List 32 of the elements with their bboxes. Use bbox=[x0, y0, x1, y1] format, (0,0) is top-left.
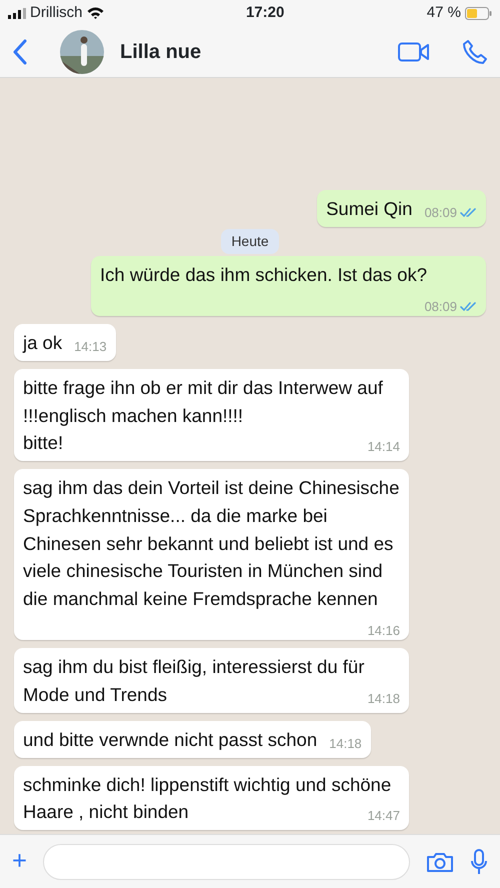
microphone-button[interactable] bbox=[470, 848, 488, 874]
message-bubble: und bitte verwnde nicht passt schon 14:18 bbox=[14, 720, 371, 758]
message-time: 08:09 bbox=[424, 298, 457, 316]
message-time: 08:09 bbox=[424, 204, 457, 222]
video-call-button[interactable] bbox=[398, 42, 430, 62]
message-bubble: bitte frage ihn ob er mit dir das Interwew auf !!!englisch machen kann!!!! bitte! 14:14 bbox=[14, 368, 409, 461]
message-bubble: Sumei Qin 08:09 bbox=[317, 190, 486, 227]
voice-call-button[interactable] bbox=[462, 38, 488, 64]
message-bubble: ja ok 14:13 bbox=[14, 324, 116, 361]
message-bubble: Ich würde das ihm schicken. Ist das ok? 08:09 bbox=[91, 256, 486, 316]
date-divider: Heute bbox=[221, 228, 279, 254]
message-input-field[interactable] bbox=[43, 844, 410, 880]
message-time: 14:18 bbox=[367, 690, 400, 708]
message-time: 14:18 bbox=[329, 734, 362, 753]
clock-time: 17:20 bbox=[246, 2, 284, 23]
carrier-name: Drillisch bbox=[30, 2, 82, 23]
message-time: 14:16 bbox=[367, 622, 400, 640]
message-bubble: sag ihm du bist fleißig, interessierst du für Mode und Trends 14:18 bbox=[14, 648, 409, 713]
attach-button[interactable]: + bbox=[12, 848, 28, 874]
message-bubble: schminke dich! lippenstift wichtig und schöne Haare , nicht binden 14:47 bbox=[14, 766, 409, 830]
message-time: 14:47 bbox=[367, 807, 400, 826]
back-button[interactable] bbox=[12, 38, 28, 64]
contact-avatar[interactable] bbox=[60, 30, 104, 74]
battery-percent: 47 % bbox=[426, 2, 461, 23]
contact-name[interactable]: Lilla nue bbox=[120, 36, 382, 66]
signal-icon bbox=[8, 8, 26, 18]
battery-icon bbox=[464, 6, 492, 20]
camera-button[interactable] bbox=[426, 850, 454, 872]
message-bubble: sag ihm das dein Vorteil ist deine Chinesische Sprachkenntnisse... da die marke bei Chinesen sehr bekannt und beliebt ist und es viele chinesische Touristen in München sind die manchmal keine Fremdsprache kennen 14:16 bbox=[14, 469, 409, 640]
wifi-icon bbox=[86, 7, 104, 19]
message-time: 14:14 bbox=[367, 438, 400, 456]
message-time: 14:13 bbox=[74, 338, 107, 356]
